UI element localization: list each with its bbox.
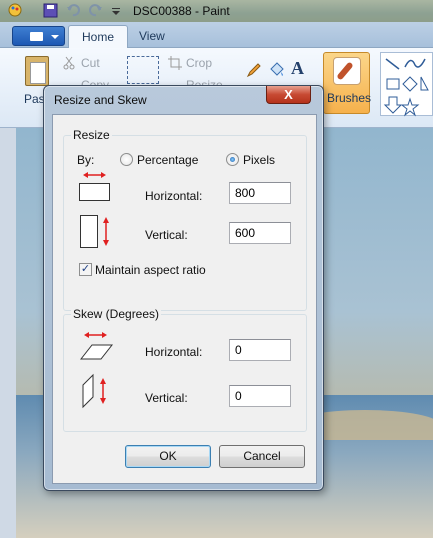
- maintain-aspect-label[interactable]: Maintain aspect ratio: [95, 263, 206, 277]
- resize-horizontal-input[interactable]: [229, 182, 291, 204]
- canvas-margin: [0, 128, 16, 538]
- shapes-icons: [383, 58, 429, 117]
- pixels-radio[interactable]: [226, 153, 239, 166]
- brushes-label: Brushes: [327, 91, 372, 105]
- paint-menu-button[interactable]: [12, 26, 65, 46]
- text-tool-icon[interactable]: A: [291, 58, 304, 79]
- dialog-title: Resize and Skew: [54, 93, 147, 107]
- pencil-icon[interactable]: [246, 62, 262, 81]
- paste-icon[interactable]: [25, 56, 49, 86]
- shapes-gallery[interactable]: [380, 52, 433, 117]
- undo-icon[interactable]: [66, 3, 81, 18]
- cut-label[interactable]: Cut: [81, 56, 100, 70]
- cut-icon[interactable]: [63, 56, 75, 73]
- fill-icon[interactable]: [268, 60, 286, 81]
- brushes-button[interactable]: Brushes: [323, 52, 372, 114]
- select-tool-icon[interactable]: [127, 56, 159, 84]
- skew-horizontal-icon: [79, 331, 115, 366]
- paint-titlebar: DSC00388 - Paint: [0, 0, 433, 22]
- save-icon[interactable]: [43, 3, 58, 18]
- by-label: By:: [77, 153, 95, 167]
- skew-vertical-input[interactable]: [229, 385, 291, 407]
- cancel-button[interactable]: Cancel: [219, 445, 305, 468]
- skew-vertical-icon: [81, 373, 115, 414]
- tab-home[interactable]: Home: [68, 25, 129, 48]
- resize-vertical-input[interactable]: [229, 222, 291, 244]
- crop-label[interactable]: Crop: [186, 56, 212, 70]
- close-button[interactable]: X: [266, 86, 311, 104]
- quick-access-dropdown-icon[interactable]: [109, 3, 124, 18]
- maintain-aspect-checkbox[interactable]: ✓: [79, 263, 92, 276]
- skew-vertical-label: Vertical:: [145, 391, 188, 405]
- ribbon-tab-bar: Home View: [0, 22, 433, 48]
- dialog-body: Resize By: Percentage Pixels Horizontal:…: [52, 114, 317, 484]
- resize-group-title: Resize: [71, 128, 112, 142]
- resize-skew-dialog: Resize and Skew X Resize By: Percentage …: [43, 85, 324, 491]
- redo-icon[interactable]: [88, 3, 103, 18]
- ok-button[interactable]: OK: [125, 445, 211, 468]
- percentage-label[interactable]: Percentage: [137, 153, 198, 167]
- resize-horizontal-icon: [78, 169, 112, 208]
- pixels-label[interactable]: Pixels: [243, 153, 275, 167]
- resize-vertical-label: Vertical:: [145, 228, 188, 242]
- window-title: DSC00388 - Paint: [133, 4, 230, 18]
- tab-view[interactable]: View: [126, 25, 178, 48]
- paint-app-icon: [8, 3, 23, 18]
- resize-vertical-icon: [78, 214, 114, 255]
- percentage-radio[interactable]: [120, 153, 133, 166]
- resize-horizontal-label: Horizontal:: [145, 189, 203, 203]
- crop-icon[interactable]: [168, 56, 182, 73]
- brush-icon: [333, 57, 361, 85]
- skew-horizontal-input[interactable]: [229, 339, 291, 361]
- skew-horizontal-label: Horizontal:: [145, 345, 203, 359]
- skew-group-title: Skew (Degrees): [71, 307, 162, 321]
